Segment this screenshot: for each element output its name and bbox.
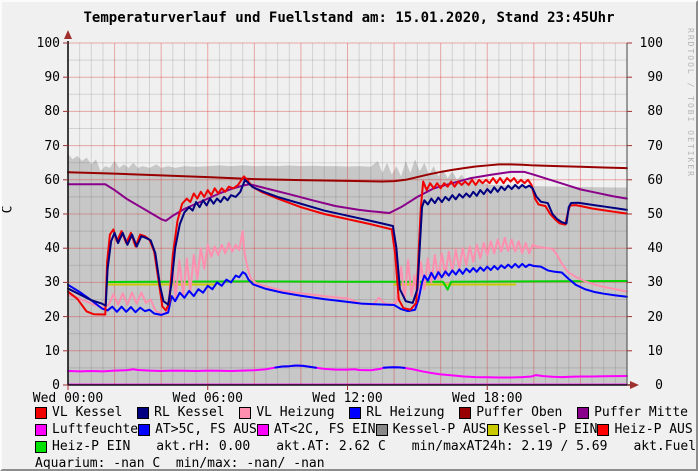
legend-item: Luftfeuchte xyxy=(35,422,138,438)
legend-swatch xyxy=(138,424,150,436)
legend-label: VL Heizung xyxy=(256,405,334,421)
legend-stat: akt.AT: 2.62 C xyxy=(276,439,386,455)
legend-label: akt.rH: 0.00 xyxy=(156,439,250,455)
legend-label: AT<2C, FS EIN xyxy=(274,422,376,438)
legend-swatch xyxy=(35,407,47,419)
legend-swatch xyxy=(459,407,471,419)
legend-swatch xyxy=(376,424,388,436)
legend-label: Puffer Mitte xyxy=(594,405,688,421)
x-tick-label: Wed 06:00 xyxy=(163,392,253,405)
y-tick-label: 60 xyxy=(4,174,60,187)
legend-item: Puffer Mitte xyxy=(577,405,688,421)
legend-row-1: VL Kessel RL Kessel VL Heizung RL Heizung Pu… xyxy=(35,405,688,421)
x-tick-label: Wed 18:00 xyxy=(442,392,532,405)
legend-swatch xyxy=(597,424,609,436)
legend-item: Kessel-P AUS xyxy=(376,422,487,438)
chart-title: Temperaturverlauf und Fuellstand am: 15.… xyxy=(2,10,696,26)
legend-swatch xyxy=(35,441,47,453)
legend: VL Kessel RL Kessel VL Heizung RL Heizung Pu… xyxy=(35,405,688,471)
legend-swatch xyxy=(487,424,499,436)
y-tick-label: 30 xyxy=(4,276,60,289)
legend-item: Heiz-P EIN xyxy=(35,439,130,455)
legend-label: Luftfeuchte xyxy=(52,422,138,438)
legend-stat: akt.rH: 0.00 xyxy=(156,439,250,455)
legend-label: Heiz-P AUS xyxy=(614,422,692,438)
legend-stat: Aquarium: -nan C min/max: -nan/ -nan xyxy=(35,456,325,471)
legend-swatch xyxy=(577,407,589,419)
legend-swatch xyxy=(137,407,149,419)
y-tick-label: 70 xyxy=(4,140,60,153)
y-tick-label: 100 xyxy=(4,37,60,50)
legend-label: min/maxAT24h: 2.19 / 5.69 xyxy=(412,439,608,455)
y-tick-label-right: 50 xyxy=(633,208,663,221)
chart-plot xyxy=(68,43,627,385)
legend-label: VL Kessel xyxy=(52,405,122,421)
y-tick-label-right: 20 xyxy=(633,311,663,324)
rrdtool-graph-window: Temperaturverlauf und Fuellstand am: 15.… xyxy=(0,0,698,471)
legend-swatch xyxy=(349,407,361,419)
legend-label: Aquarium: -nan C min/max: -nan/ -nan xyxy=(35,456,325,471)
y-axis-arrow xyxy=(64,30,72,39)
y-tick-label: 40 xyxy=(4,242,60,255)
legend-item: AT>5C, FS AUS xyxy=(138,422,257,438)
legend-label: AT>5C, FS AUS xyxy=(155,422,257,438)
y-tick-label: 10 xyxy=(4,345,60,358)
series-at-5c-fs-aus xyxy=(384,367,405,368)
legend-label: RL Kessel xyxy=(154,405,224,421)
legend-item: RL Heizung xyxy=(349,405,444,421)
legend-label: Puffer Oben xyxy=(476,405,562,421)
legend-stat: min/maxAT24h: 2.19 / 5.69 xyxy=(412,439,608,455)
y-tick-label: 80 xyxy=(4,105,60,118)
y-tick-label: 50 xyxy=(4,208,60,221)
rrdtool-watermark: RRDTOOL / TOBI OETIKER xyxy=(686,28,695,178)
legend-item: VL Kessel xyxy=(35,405,122,421)
y-tick-label-right: 70 xyxy=(633,140,663,153)
x-tick-label: Wed 12:00 xyxy=(303,392,393,405)
legend-row-2: Luftfeuchte AT>5C, FS AUS AT<2C, FS EIN Kes… xyxy=(35,422,688,438)
legend-swatch xyxy=(239,407,251,419)
y-tick-label-right: 40 xyxy=(633,242,663,255)
legend-label: Kessel-P AUS xyxy=(393,422,487,438)
x-tick-label: Wed 00:00 xyxy=(23,392,113,405)
legend-item: VL Heizung xyxy=(239,405,334,421)
legend-item: Puffer Oben xyxy=(459,405,562,421)
y-tick-label: 20 xyxy=(4,311,60,324)
legend-label: Kessel-P EIN xyxy=(504,422,598,438)
legend-swatch xyxy=(257,424,269,436)
legend-label: akt.Fuellstand: 58 xyxy=(633,439,698,455)
y-tick-label-right: 30 xyxy=(633,276,663,289)
y-tick-label-right: 80 xyxy=(633,105,663,118)
legend-item: AT<2C, FS EIN xyxy=(257,422,376,438)
y-tick-label-right: 90 xyxy=(633,71,663,84)
legend-label: RL Heizung xyxy=(366,405,444,421)
legend-item: Kessel-P EIN xyxy=(487,422,598,438)
legend-label: akt.AT: 2.62 C xyxy=(276,439,386,455)
legend-label: Heiz-P EIN xyxy=(52,439,130,455)
legend-item: Heiz-P AUS xyxy=(597,422,692,438)
y-tick-label-right: 0 xyxy=(633,379,663,392)
y-tick-label-right: 100 xyxy=(633,37,663,50)
legend-swatch xyxy=(35,424,47,436)
legend-item: RL Kessel xyxy=(137,405,224,421)
y-tick-label-right: 10 xyxy=(633,345,663,358)
legend-row-4: Aquarium: -nan C min/max: -nan/ -nan xyxy=(35,456,688,471)
legend-stat: akt.Fuellstand: 58 xyxy=(633,439,698,455)
y-tick-label: 90 xyxy=(4,71,60,84)
y-tick-label-right: 60 xyxy=(633,174,663,187)
legend-row-3: Heiz-P EIN akt.rH: 0.00 akt.AT: 2.62 C min/… xyxy=(35,439,688,455)
